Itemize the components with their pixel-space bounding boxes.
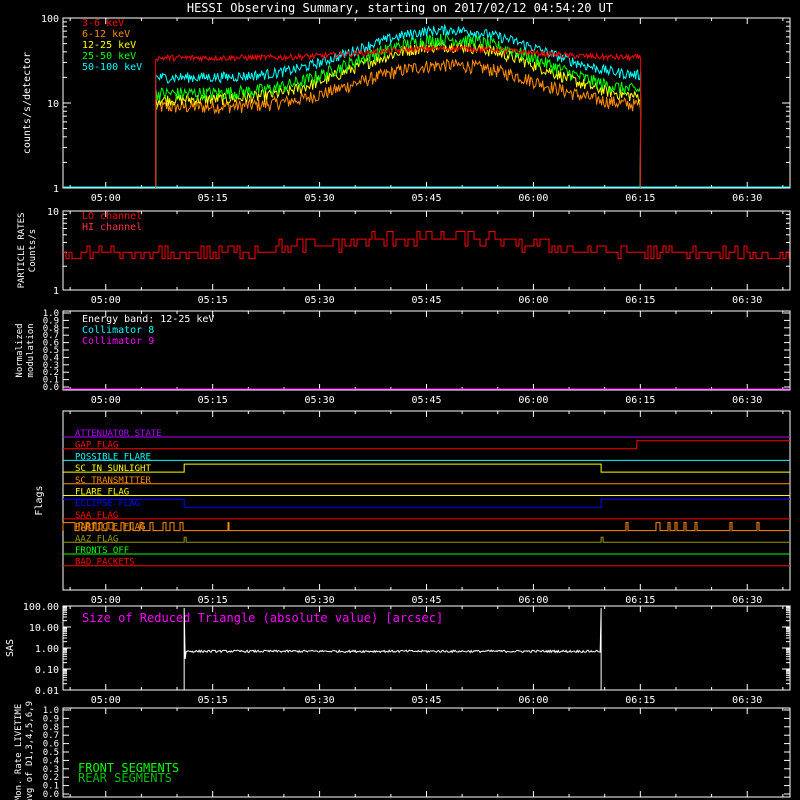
- modulation-xtick-label: 06:00: [518, 395, 548, 406]
- flags-frame: [62, 410, 791, 591]
- count_rates-xtick-label: 05:30: [305, 193, 335, 204]
- modulation-legend-1: Collimator 9: [82, 336, 154, 347]
- count-rate-legend-3: 25-50 keV: [82, 51, 136, 62]
- flag-label-6: ECLIPSE FLAG: [75, 499, 140, 509]
- modulation-xtick-label: 05:30: [305, 395, 335, 406]
- modulation-xtick-label: 05:00: [91, 395, 121, 406]
- flag-line-1: [63, 440, 790, 450]
- modulation-ytick-label: 1.0: [43, 309, 59, 319]
- flags-xtick-label: 06:15: [625, 595, 655, 606]
- flag-line-9: [63, 536, 790, 543]
- count-rate-legend-0: 3-6 keV: [82, 18, 124, 29]
- count_rates-xtick-label: 06:15: [625, 193, 655, 204]
- particle_rates-xtick-label: 05:45: [411, 295, 441, 306]
- particle_rates-xtick-label: 05:30: [305, 295, 335, 306]
- sas-xtick-label: 05:30: [305, 695, 335, 706]
- count-rate-legend-2: 12-25 keV: [82, 40, 136, 51]
- count_rates-ytick-label: 1: [53, 184, 59, 195]
- particle_rates-xtick-label: 06:30: [732, 295, 762, 306]
- summary-chart-svg: HESSI Observing Summary, starting on 201…: [5, 1, 791, 800]
- flags-xtick-label: 06:00: [518, 595, 548, 606]
- flags-xtick-label: 06:30: [732, 595, 762, 606]
- sas-xtick-label: 06:30: [732, 695, 762, 706]
- sas-ytick-label: 0.01: [35, 686, 59, 697]
- livetime-ylabel: Mon. Rate LIVETIME: [14, 704, 24, 800]
- modulation-xtick-label: 06:30: [732, 395, 762, 406]
- particle-legend-hi: HI channel: [82, 222, 142, 233]
- particle_rates-ytick-label: 10: [47, 207, 59, 218]
- modulation-ylabel2: modulation: [26, 323, 36, 377]
- particle-legend-lo: LO channel: [82, 211, 142, 222]
- particle-rates-ylabel: PARTICLE RATES: [17, 213, 27, 289]
- count_rates-ytick-label: 100: [41, 14, 59, 25]
- chart-title: HESSI Observing Summary, starting on 201…: [187, 1, 613, 15]
- livetime-ytick-label: 1.0: [43, 706, 59, 716]
- sas-xtick-label: 05:15: [198, 695, 228, 706]
- count_rates-xtick-label: 05:00: [91, 193, 121, 204]
- modulation-xtick-label: 05:45: [411, 395, 441, 406]
- livetime-legend-rear: REAR SEGMENTS: [78, 771, 172, 785]
- modulation-xtick-label: 05:15: [198, 395, 228, 406]
- particle_rates-frame: [62, 210, 791, 291]
- sas-xtick-label: 05:45: [411, 695, 441, 706]
- particle_rates-ytick-label: 1: [53, 286, 59, 297]
- sas-xtick-label: 05:00: [91, 695, 121, 706]
- particle-rates-ylabel2: Counts/s: [28, 229, 38, 272]
- flags-ylabel: Flags: [34, 485, 45, 515]
- sas-ylabel: SAS: [5, 639, 16, 657]
- modulation-ylabel: Normalized: [15, 323, 25, 377]
- particle_rates-xtick-label: 05:00: [91, 295, 121, 306]
- flag-line-8: [62, 522, 790, 532]
- particle_rates-xtick-label: 05:15: [198, 295, 228, 306]
- sas-xtick-label: 06:15: [625, 695, 655, 706]
- flag-line-3: [63, 463, 790, 473]
- flags-xtick-label: 05:00: [91, 595, 121, 606]
- sas-annotation: Size of Reduced Triangle (absolute value…: [82, 611, 443, 625]
- flags-xtick-label: 05:15: [198, 595, 228, 606]
- count_rates-xtick-label: 06:00: [518, 193, 548, 204]
- sas-xtick-label: 06:00: [518, 695, 548, 706]
- modulation-annotation: Energy band: 12-25 keV: [82, 314, 214, 325]
- particle-rate-line: [63, 231, 790, 260]
- count_rates-xtick-label: 05:45: [411, 193, 441, 204]
- particle_rates-xtick-label: 06:15: [625, 295, 655, 306]
- count-rate-series-line: [155, 40, 642, 189]
- flags-xtick-label: 05:45: [411, 595, 441, 606]
- modulation-xtick-label: 06:15: [625, 395, 655, 406]
- count_rates-xtick-label: 06:30: [732, 193, 762, 204]
- particle_rates-xtick-label: 06:00: [518, 295, 548, 306]
- sas-ytick-label: 1.00: [35, 644, 59, 655]
- count-rate-legend-4: 50-100 keV: [82, 62, 142, 73]
- count_rates-ytick-label: 10: [47, 99, 59, 110]
- observing-summary-figure: HESSI Observing Summary, starting on 201…: [0, 0, 800, 800]
- sas-ytick-label: 100.00: [23, 602, 59, 613]
- flags-xtick-label: 05:30: [305, 595, 335, 606]
- modulation-legend-0: Collimator 8: [82, 325, 154, 336]
- count_rates-xtick-label: 05:15: [198, 193, 228, 204]
- count-rate-legend-1: 6-12 keV: [82, 29, 130, 40]
- flag-line-6: [63, 498, 790, 508]
- count-rates-ylabel: counts/s/detector: [22, 52, 33, 154]
- sas-ytick-label: 10.00: [29, 623, 59, 634]
- livetime-frame: [62, 707, 791, 798]
- sas-ytick-label: 0.10: [35, 665, 59, 676]
- livetime-ylabel2: avg of D1,3,4,5,6,9: [25, 701, 35, 800]
